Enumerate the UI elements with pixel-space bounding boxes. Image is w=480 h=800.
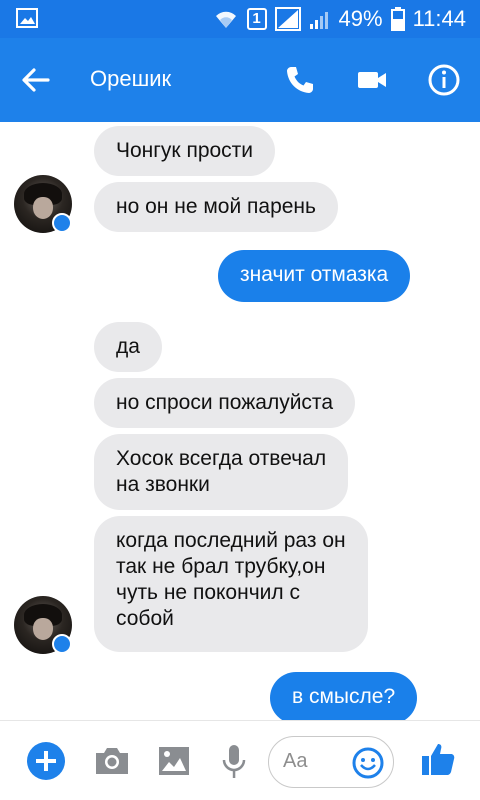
message-bubble-incoming[interactable]: Чонгук прости — [94, 126, 276, 176]
wifi-icon — [215, 11, 236, 28]
image-icon — [16, 8, 38, 28]
message-text-line: Хосок всегда отвечал — [116, 447, 327, 470]
message-text: в смысле? — [292, 685, 396, 708]
message-text-line: собой — [116, 607, 174, 630]
message-bubble-incoming[interactable]: Хосок всегда отвечал на звонки — [94, 434, 349, 510]
composer-bar: Aa — [0, 720, 480, 800]
video-camera-icon[interactable] — [354, 62, 390, 98]
messenger-badge-icon — [52, 213, 72, 233]
message-text: Чонгук прости — [116, 139, 254, 162]
camera-icon[interactable] — [92, 741, 132, 781]
battery-icon — [390, 7, 405, 31]
message-text-line: на звонки — [116, 473, 210, 496]
message-bubble-outgoing[interactable]: в смысле? — [270, 672, 418, 720]
contact-name[interactable]: Орешик — [90, 66, 171, 92]
sim-indicator: 1 — [246, 8, 267, 30]
emoji-icon[interactable] — [351, 746, 385, 780]
message-text-line: чуть не покончил с — [116, 581, 300, 604]
message-text: значит отмазка — [240, 263, 389, 286]
gallery-icon[interactable] — [154, 741, 194, 781]
conversation-header: Орешик — [0, 38, 480, 122]
info-icon[interactable] — [426, 62, 462, 98]
plus-icon[interactable] — [26, 741, 66, 781]
message-text: да — [116, 335, 140, 358]
message-text: но спроси пожалуйста — [116, 391, 333, 414]
thumbs-up-icon[interactable] — [418, 739, 458, 779]
message-bubble-incoming[interactable]: когда последний раз он так не брал трубк… — [94, 516, 368, 652]
battery-percent: 49% — [338, 6, 383, 31]
message-input[interactable]: Aa — [268, 736, 394, 788]
message-text: но он не мой парень — [116, 195, 316, 218]
status-bar: 1 49% 11:44 — [0, 0, 480, 38]
phone-icon[interactable] — [282, 62, 318, 98]
message-bubble-incoming[interactable]: но он не мой парень — [94, 182, 338, 232]
message-bubble-incoming[interactable]: да — [94, 322, 162, 372]
messenger-badge-icon — [52, 634, 72, 654]
cell-signal-icon — [309, 12, 328, 29]
message-input-placeholder: Aa — [283, 750, 308, 772]
back-arrow-icon[interactable] — [20, 64, 52, 96]
signal-icon — [274, 7, 301, 31]
clock: 11:44 — [412, 6, 466, 31]
message-bubble-outgoing[interactable]: значит отмазка — [218, 250, 411, 302]
microphone-icon[interactable] — [214, 741, 254, 781]
message-thread: Чонгук прости но он не мой парень значит… — [0, 122, 480, 720]
message-text-line: когда последний раз он — [116, 529, 346, 552]
message-bubble-incoming[interactable]: но спроси пожалуйста — [94, 378, 355, 428]
message-text-line: так не брал трубку,он — [116, 555, 326, 578]
